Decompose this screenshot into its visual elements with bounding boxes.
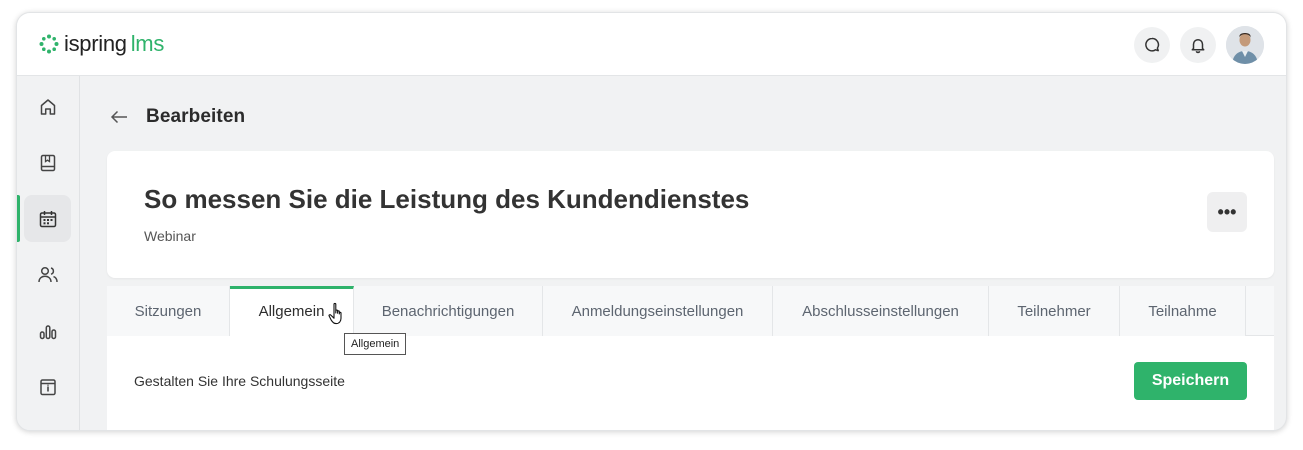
top-bar: ispring lms bbox=[17, 13, 1286, 76]
tab-label: Teilnahme bbox=[1148, 302, 1217, 320]
logo-text: ispring lms bbox=[64, 31, 164, 57]
notifications-button[interactable] bbox=[1180, 27, 1216, 63]
tab-label: Allgemein bbox=[258, 303, 325, 320]
more-options-button[interactable]: ••• bbox=[1207, 192, 1247, 232]
tab-teilnahme[interactable]: Teilnahme bbox=[1120, 286, 1246, 336]
chat-icon bbox=[1145, 37, 1160, 52]
calendar-icon bbox=[39, 210, 56, 227]
tab-label: Anmeldungseinstellungen bbox=[571, 302, 744, 320]
event-title: So messen Sie die Leistung des Kundendie… bbox=[144, 184, 750, 214]
tooltip: Allgemein bbox=[344, 333, 407, 355]
event-type: Webinar bbox=[144, 228, 196, 244]
logo-mark-icon bbox=[39, 34, 59, 54]
settings-panel: Sitzungen Allgemein Benachrichtigungen A… bbox=[107, 286, 1274, 430]
book-icon bbox=[40, 154, 55, 171]
tab-anmeldungseinstellungen[interactable]: Anmeldungseinstellungen bbox=[543, 286, 773, 336]
sidebar-item-reports[interactable] bbox=[24, 307, 71, 354]
sidebar-item-home[interactable] bbox=[24, 83, 71, 130]
hand-cursor-icon bbox=[328, 302, 348, 331]
user-avatar[interactable] bbox=[1226, 26, 1264, 64]
section-description: Gestalten Sie Ihre Schulungsseite bbox=[134, 373, 345, 389]
avatar-image-icon bbox=[1226, 26, 1264, 64]
page-title: Bearbeiten bbox=[146, 106, 246, 127]
sidebar-item-courses[interactable] bbox=[24, 139, 71, 186]
tab-teilnehmer[interactable]: Teilnehmer bbox=[989, 286, 1120, 336]
users-icon bbox=[37, 266, 58, 282]
save-button[interactable]: Speichern bbox=[1134, 362, 1247, 400]
home-icon bbox=[40, 98, 55, 115]
sidebar-item-events[interactable] bbox=[24, 195, 71, 242]
tab-label: Sitzungen bbox=[134, 302, 202, 320]
active-indicator bbox=[17, 195, 20, 242]
tab-label: Abschlusseinstellungen bbox=[802, 302, 959, 320]
tab-label: Benachrichtigungen bbox=[381, 302, 515, 320]
tab-benachrichtigungen[interactable]: Benachrichtigungen bbox=[354, 286, 543, 336]
reports-icon bbox=[39, 324, 56, 339]
ispring-logo[interactable]: ispring lms bbox=[38, 30, 164, 58]
page-header: Bearbeiten bbox=[110, 106, 245, 128]
event-card: So messen Sie die Leistung des Kundendie… bbox=[107, 151, 1274, 278]
arrow-left-icon bbox=[110, 110, 127, 124]
logo-product: lms bbox=[130, 31, 165, 56]
tab-label: Teilnehmer bbox=[1017, 302, 1091, 320]
sidebar bbox=[17, 76, 80, 430]
chat-button[interactable] bbox=[1134, 27, 1170, 63]
app-window: ispring lms Bearbeiten So messen Sie die… bbox=[16, 12, 1287, 431]
top-actions bbox=[1134, 26, 1264, 64]
info-icon bbox=[39, 378, 56, 395]
sidebar-item-info[interactable] bbox=[24, 363, 71, 410]
bell-icon bbox=[1191, 38, 1205, 54]
logo-brand: ispring bbox=[64, 31, 127, 56]
tab-bar: Sitzungen Allgemein Benachrichtigungen A… bbox=[107, 286, 1274, 337]
more-icon: ••• bbox=[1217, 201, 1237, 222]
tab-sitzungen[interactable]: Sitzungen bbox=[107, 286, 230, 336]
back-button[interactable] bbox=[110, 107, 130, 127]
sidebar-item-users[interactable] bbox=[24, 251, 71, 298]
main-content: Bearbeiten So messen Sie die Leistung de… bbox=[80, 76, 1286, 430]
tab-abschlusseinstellungen[interactable]: Abschlusseinstellungen bbox=[773, 286, 989, 336]
